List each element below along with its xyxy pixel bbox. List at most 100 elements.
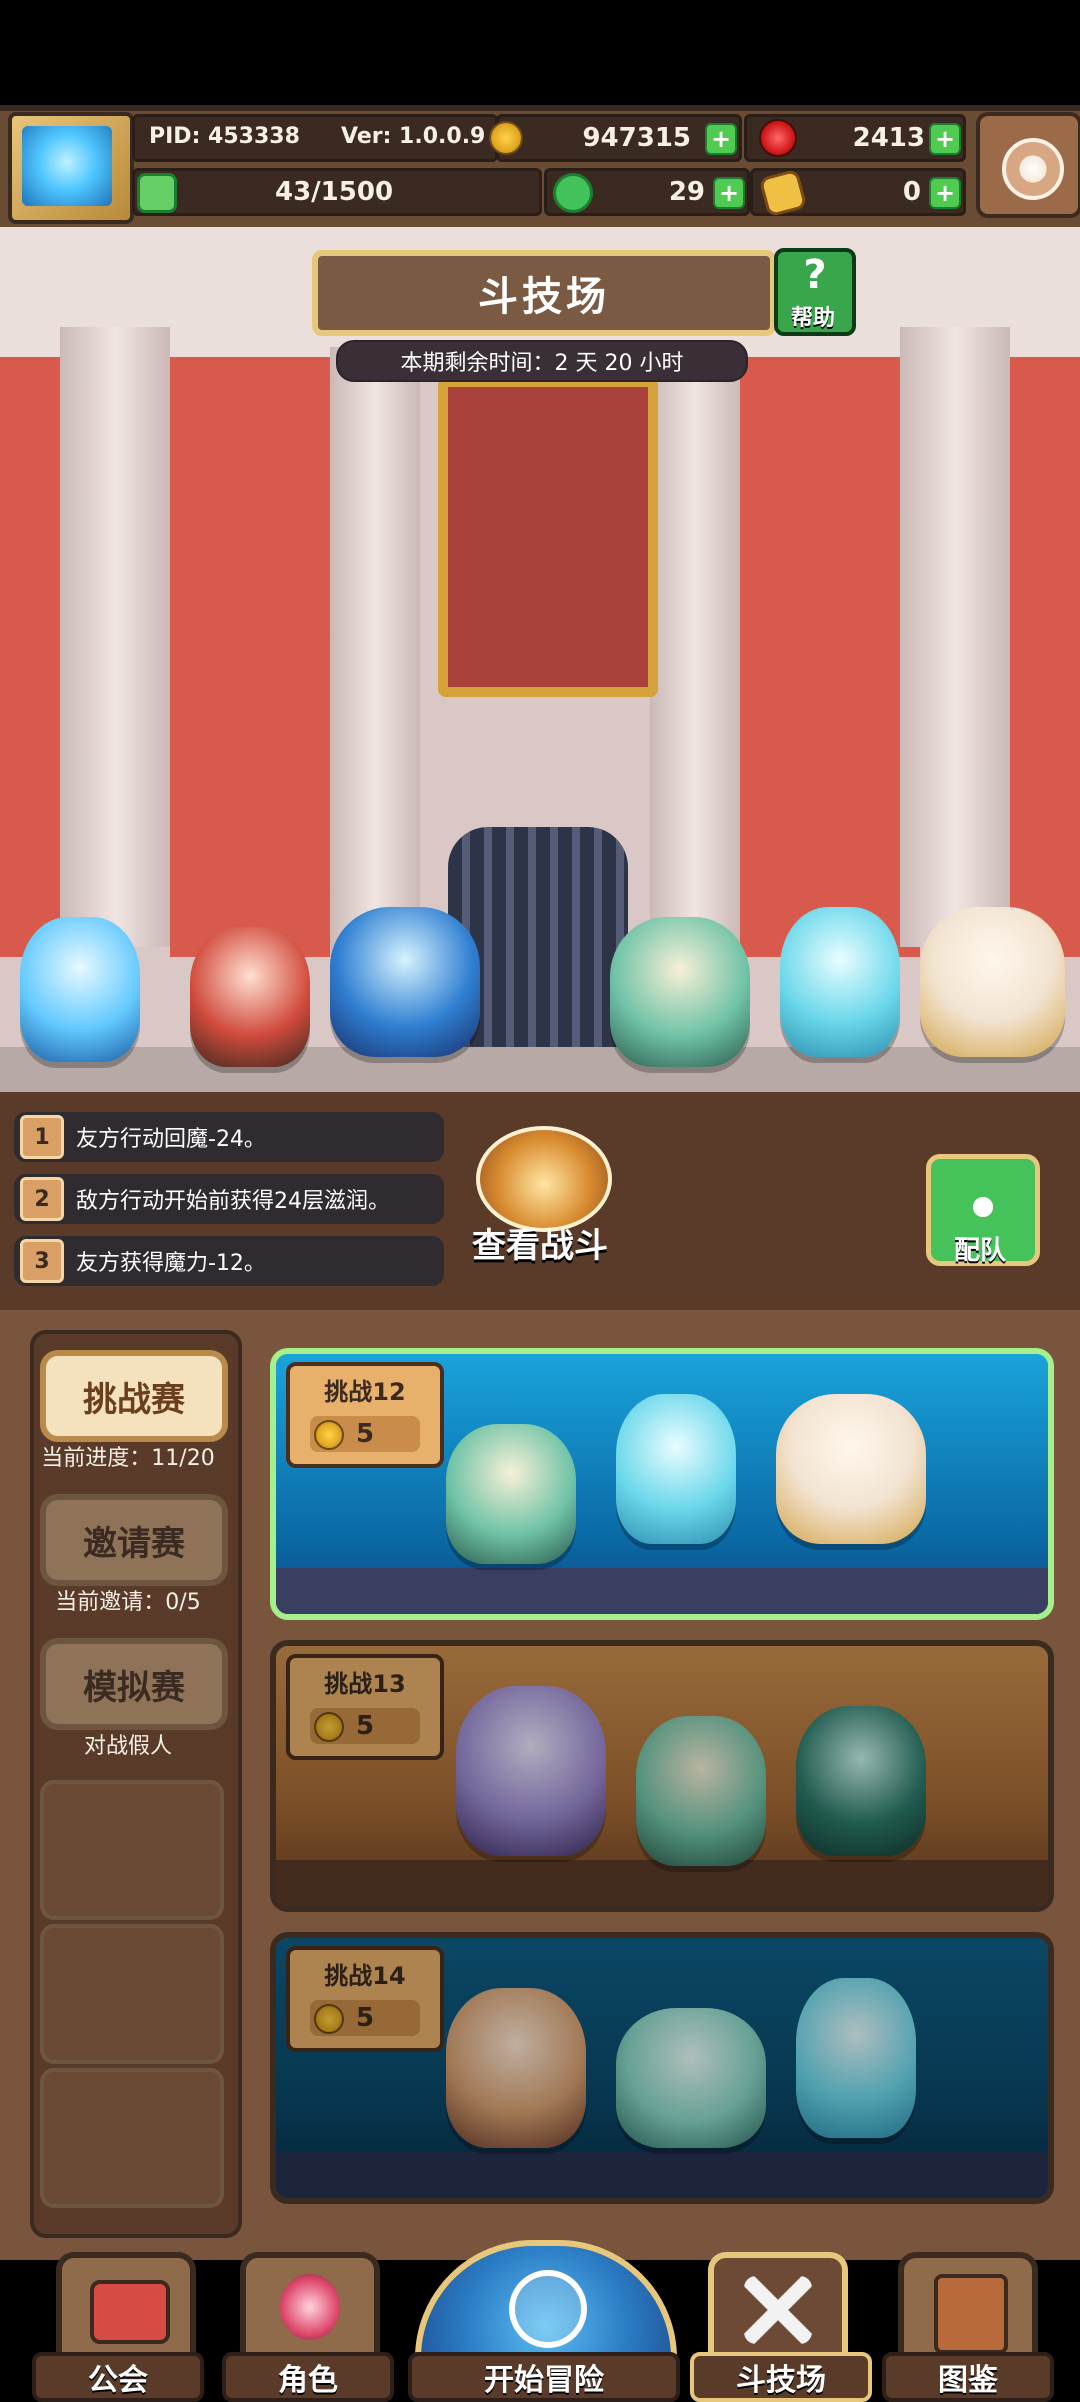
invite-progress-text: 当前邀请：0/5 bbox=[55, 1590, 201, 1615]
column-left bbox=[60, 327, 170, 947]
challenge-badge: 挑战12 5 bbox=[286, 1362, 444, 1468]
empty-mode-slot bbox=[40, 1780, 224, 1920]
rule-text: 敌方行动开始前获得24层滋润。 bbox=[76, 1189, 390, 1214]
simulation-subtitle: 对战假人 bbox=[83, 1734, 172, 1759]
clover-panel: 29 + bbox=[544, 168, 750, 216]
challenge-card-12[interactable]: 挑战12 5 bbox=[270, 1348, 1054, 1620]
view-battle-label: 查看战斗 bbox=[472, 1226, 608, 1266]
rule-row-2: 2 敌方行动开始前获得24层滋润。 bbox=[14, 1174, 444, 1224]
challenge-card-14[interactable]: 挑战14 5 bbox=[270, 1932, 1054, 2204]
challenge-title: 挑战12 bbox=[324, 1378, 406, 1406]
column-center-left bbox=[330, 347, 420, 957]
gold-coin-icon bbox=[489, 121, 523, 155]
hand-value: 0 bbox=[902, 177, 921, 207]
column-right bbox=[900, 327, 1010, 947]
nav-codex-label: 图鉴 bbox=[938, 2363, 998, 2398]
mode-label: 挑战赛 bbox=[83, 1379, 185, 1420]
hanging-banner bbox=[438, 377, 658, 697]
column-center-right bbox=[650, 347, 740, 957]
clover-value: 29 bbox=[668, 177, 705, 207]
ruby-value: 2413 bbox=[852, 123, 925, 153]
rule-text: 友方行动回魔-24。 bbox=[76, 1127, 266, 1152]
challenge-card-13[interactable]: 挑战13 5 bbox=[270, 1640, 1054, 1912]
nav-adventure-button[interactable]: 开始冒险 bbox=[408, 2352, 680, 2402]
challenge-cost: 5 bbox=[355, 1419, 375, 1449]
gold-coin-icon bbox=[314, 1420, 344, 1450]
hand-panel: 0 + bbox=[750, 168, 966, 218]
gold-value: 947315 bbox=[582, 123, 691, 153]
rule-number: 2 bbox=[20, 1177, 64, 1221]
gold-panel: 947315 + bbox=[489, 114, 742, 162]
question-icon: ? bbox=[803, 252, 827, 298]
pid-text: PID: 453338 bbox=[149, 124, 300, 149]
nav-guild-button[interactable]: 公会 bbox=[32, 2352, 204, 2402]
red-pillar-left bbox=[170, 357, 330, 957]
nav-character-label: 角色 bbox=[278, 2363, 338, 2398]
rule-row-1: 1 友方行动回魔-24。 bbox=[14, 1112, 444, 1162]
empty-mode-slot bbox=[40, 2068, 224, 2208]
clover-icon bbox=[553, 173, 593, 213]
nav-adventure-label: 开始冒险 bbox=[484, 2363, 604, 2398]
crossed-swords-icon bbox=[744, 2276, 812, 2344]
empty-mode-slot bbox=[40, 1924, 224, 2064]
rule-number: 3 bbox=[20, 1239, 64, 1283]
red-wall-right bbox=[1010, 357, 1080, 957]
mode-label: 邀请赛 bbox=[83, 1523, 185, 1564]
pid-version-panel: PID: 453338 Ver: 1.0.0.9 bbox=[132, 114, 498, 162]
card-ground bbox=[276, 1568, 1048, 1614]
nav-codex-button[interactable]: 图鉴 bbox=[882, 2352, 1054, 2402]
opponent-water-spirit bbox=[616, 1394, 736, 1544]
stamina-panel: 43/1500 bbox=[132, 168, 542, 216]
nav-character-button[interactable]: 角色 bbox=[222, 2352, 394, 2402]
challenge-progress-text: 当前进度：11/20 bbox=[41, 1446, 215, 1471]
add-clover-button[interactable]: + bbox=[713, 177, 745, 209]
team-icon bbox=[955, 1179, 1011, 1235]
add-hand-button[interactable]: + bbox=[929, 177, 961, 209]
crossed-swords-icon bbox=[476, 1126, 612, 1232]
character-icon bbox=[280, 2274, 340, 2340]
remaining-time-pill: 本期剩余时间：2 天 20 小时 bbox=[336, 340, 748, 382]
stamina-value: 43/1500 bbox=[275, 177, 394, 207]
add-gold-button[interactable]: + bbox=[705, 123, 737, 155]
ally-winged-demon bbox=[330, 907, 480, 1057]
magnifier-icon bbox=[509, 2270, 587, 2348]
ruby-panel: 2413 + bbox=[744, 114, 966, 162]
opponent-sword-dancer bbox=[446, 1424, 576, 1564]
rule-text: 友方获得魔力-12。 bbox=[76, 1251, 266, 1276]
stamina-gem-icon bbox=[137, 173, 177, 213]
guild-hall-icon bbox=[90, 2280, 170, 2344]
ally-ice-maiden bbox=[20, 917, 140, 1062]
nav-arena-label: 斗技场 bbox=[736, 2363, 826, 2398]
mode-challenge-button[interactable]: 挑战赛 bbox=[40, 1350, 228, 1442]
enemy-shell-princess bbox=[920, 907, 1065, 1057]
opponent-shell-princess bbox=[776, 1394, 926, 1544]
rule-number: 1 bbox=[20, 1115, 64, 1159]
mode-invite-button[interactable]: 邀请赛 bbox=[40, 1494, 228, 1586]
remaining-time-text: 本期剩余时间：2 天 20 小时 bbox=[400, 351, 684, 376]
card-dim-overlay bbox=[276, 1646, 1048, 1906]
arena-title: 斗技场 bbox=[478, 274, 610, 320]
nav-guild-label: 公会 bbox=[88, 2363, 148, 2398]
nav-arena-button[interactable]: 斗技场 bbox=[690, 2352, 872, 2402]
ally-red-warrior bbox=[190, 927, 310, 1067]
mode-simulation-button[interactable]: 模拟赛 bbox=[40, 1638, 228, 1730]
help-label: 帮助 bbox=[790, 306, 835, 331]
enemy-sword-dancer bbox=[610, 917, 750, 1067]
hand-icon bbox=[758, 168, 808, 218]
settings-button[interactable] bbox=[976, 112, 1080, 218]
red-pillar-right bbox=[740, 357, 920, 957]
add-ruby-button[interactable]: + bbox=[929, 123, 961, 155]
version-text: Ver: 1.0.0.9 bbox=[341, 124, 486, 149]
arena-floor bbox=[0, 1047, 1080, 1092]
avatar-portrait bbox=[22, 126, 112, 206]
rule-row-3: 3 友方获得魔力-12。 bbox=[14, 1236, 444, 1286]
view-battle-button[interactable]: 查看战斗 bbox=[444, 1126, 636, 1266]
ruby-icon bbox=[759, 119, 797, 157]
card-dim-overlay bbox=[276, 1938, 1048, 2198]
team-setup-label: 配队 bbox=[953, 1236, 1006, 1266]
mode-label: 模拟赛 bbox=[83, 1667, 185, 1708]
arena-title-bar: 斗技场 bbox=[312, 250, 776, 336]
book-icon bbox=[934, 2274, 1008, 2354]
player-avatar[interactable] bbox=[8, 112, 134, 224]
enemy-water-spirit bbox=[780, 907, 900, 1057]
